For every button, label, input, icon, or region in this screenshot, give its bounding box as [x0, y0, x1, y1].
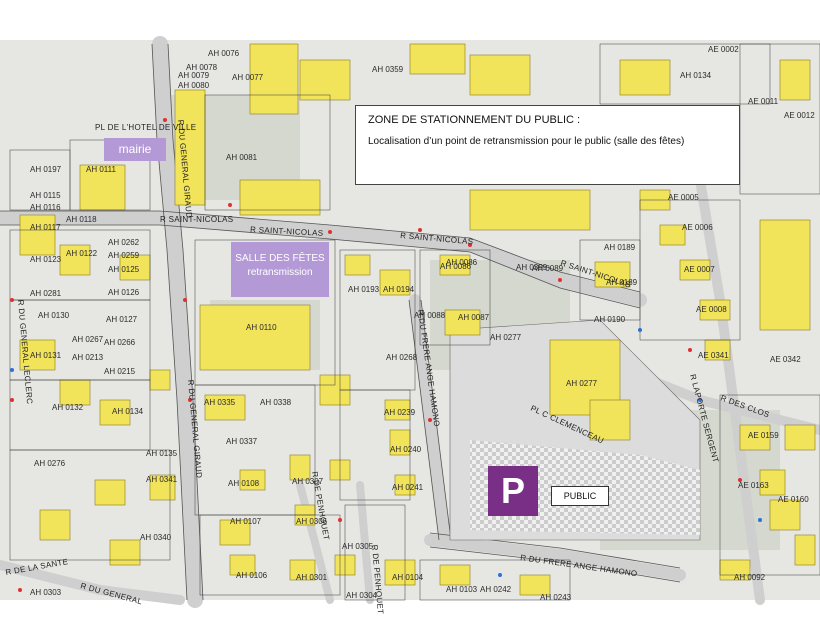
parcel-label: AH 0134: [112, 407, 144, 416]
parcel-label: AH 0103: [446, 585, 478, 594]
parcel-label: AH 0116: [30, 203, 61, 212]
parcel-label: AH 0335: [204, 398, 236, 407]
parcel-label: AH 0134: [680, 71, 712, 80]
map-canvas: R SAINT-NICOLASR SAINT-NICOLAS R SAINT-NI…: [0, 0, 820, 639]
parcel-label: AH 0197: [30, 165, 62, 174]
parcel-label: AH 0241: [392, 483, 424, 492]
parcel-label: AH 0215: [104, 367, 136, 376]
parcel-label: AE 0005: [668, 193, 699, 202]
parcel-label: AH 0266: [104, 338, 136, 347]
parcel-label: AH 0340: [140, 533, 172, 542]
parcel-label: AH 0086: [446, 258, 478, 267]
parcel-label: AH 0131: [30, 351, 62, 360]
parcel-label: AH 0111: [86, 165, 116, 174]
parcel-label: AH 0115: [30, 191, 61, 200]
street-label: R SAINT-NICOLAS: [160, 215, 233, 224]
salle-des-fetes-callout: SALLE DES FÊTES retransmission: [231, 242, 329, 297]
page-margin-top: [0, 0, 820, 40]
public-label: PUBLIC: [551, 486, 609, 506]
parcel-label: AH 0130: [38, 311, 70, 320]
parcel-label: AE 0008: [696, 305, 727, 314]
parcel-label: AH 0240: [390, 445, 422, 454]
parcel-label: AH 0277: [490, 333, 522, 342]
parcel-label: AH 0259: [108, 251, 140, 260]
parcel-label: AH 0267: [72, 335, 104, 344]
parcel-label: AH 0087: [458, 313, 490, 322]
parcel-label: AH 0092: [734, 573, 766, 582]
parcel-label: AH 0108: [228, 479, 260, 488]
parcel-label: AH 0126: [108, 288, 140, 297]
info-box-title: ZONE DE STATIONNEMENT DU PUBLIC :: [368, 114, 581, 126]
parcel-label: AH 0268: [386, 353, 418, 362]
cadastral-map: R SAINT-NICOLAS R SAINT-NICOLAS R SAINT-NI…: [0, 0, 820, 639]
parcel-label: AH 0194: [383, 285, 415, 294]
parcel-label: AH 0190: [594, 315, 626, 324]
salle-des-fetes-title: SALLE DES FÊTES: [235, 253, 325, 264]
parcel-label: AH 0189: [604, 243, 636, 252]
parcel-label: AH 0304: [346, 591, 378, 600]
parcel-label: AH 0118: [66, 215, 97, 224]
salle-des-fetes-subtitle: retransmission: [247, 267, 313, 278]
parcel-label: AH 0301: [296, 573, 328, 582]
parcel-label: AH 0281: [30, 289, 62, 298]
parcel-label: AH 0125: [108, 265, 140, 274]
parcel-label: AE 0012: [784, 111, 815, 120]
parcel-label: AH 0104: [392, 573, 424, 582]
parcel-label: AH 0307: [292, 477, 324, 486]
parcel-label: AH 0122: [66, 249, 98, 258]
parcel-label: AE 0007: [684, 265, 715, 274]
parcel-label: AE 0011: [748, 97, 779, 106]
parcel-label: AH 0359: [372, 65, 404, 74]
parcel-label: AH 0305: [342, 542, 374, 551]
parcel-label: AH 0127: [106, 315, 138, 324]
parcel-label: AH 0081: [226, 153, 258, 162]
parcel-label: AE 0163: [738, 481, 769, 490]
parcel-label: AH 0337: [226, 437, 258, 446]
parcel-label: AH 0306: [296, 517, 328, 526]
parcel-label: AH 0076: [208, 49, 240, 58]
parcel-label: AH 0277: [566, 379, 598, 388]
parcel-label: AE 0006: [682, 223, 713, 232]
info-box-text: Localisation d’un point de retransmissio…: [368, 136, 685, 147]
parcel-label: AH 0077: [232, 73, 264, 82]
parking-sign: P: [488, 466, 538, 516]
parcel-label: AH 0239: [384, 408, 416, 417]
parcel-label: AH 0117: [30, 223, 61, 232]
page-margin-bottom: [0, 600, 820, 639]
parcel-label: AH 0135: [146, 449, 178, 458]
parcel-label: AH 0110: [246, 323, 277, 332]
parcel-label: AH 0213: [72, 353, 104, 362]
parcel-label: AE 0159: [748, 431, 779, 440]
parcel-label: AE 0341: [698, 351, 729, 360]
parcel-label: AE 0342: [770, 355, 801, 364]
parcel-label: AE 0002: [708, 45, 739, 54]
parcel-label: AH 0079: [178, 71, 210, 80]
parcel-label: AH 0088: [414, 311, 446, 320]
parcel-label: AE 0160: [778, 495, 809, 504]
parcel-label: AH 0262: [108, 238, 140, 247]
parcel-label: AH 0276: [34, 459, 66, 468]
parcel-label: AH 0123: [30, 255, 62, 264]
parcel-label: AH 0243: [540, 593, 572, 602]
parcel-label: AH 0338: [260, 398, 292, 407]
info-box: ZONE DE STATIONNEMENT DU PUBLIC : Locali…: [355, 105, 740, 185]
parcel-label: AH 0303: [30, 588, 62, 597]
parcel-label: AH 0089: [532, 264, 564, 273]
mairie-callout: mairie: [104, 138, 166, 161]
parcel-label: AH 0106: [236, 571, 268, 580]
parcel-label: AH 0242: [480, 585, 512, 594]
parcel-label: AH 0189: [606, 278, 638, 287]
parcel-label: AH 0080: [178, 81, 210, 90]
parcel-label: AH 0193: [348, 285, 380, 294]
parcel-label: AH 0132: [52, 403, 84, 412]
parcel-label: AH 0341: [146, 475, 178, 484]
parcel-label: AH 0107: [230, 517, 262, 526]
